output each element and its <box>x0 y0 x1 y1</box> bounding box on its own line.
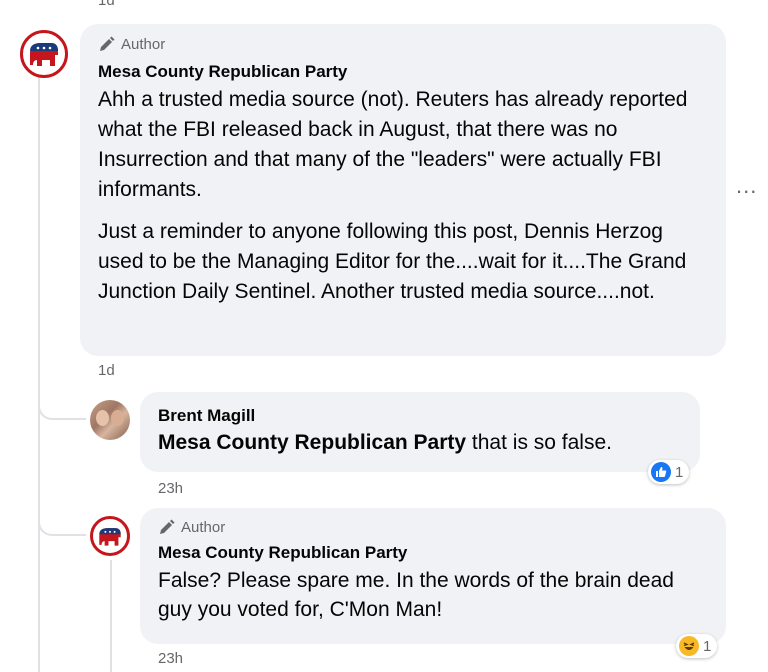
gop-elephant-icon <box>99 527 121 546</box>
thread-connector-reply-2 <box>38 490 86 536</box>
author-badge-label: Author <box>121 36 166 53</box>
thread-connector-reply-1 <box>38 380 86 420</box>
reply-bubble-1: Brent Magill Mesa County Republican Part… <box>140 392 700 472</box>
author-badge[interactable]: Author <box>98 36 708 53</box>
comment-text-paragraph-2: Just a reminder to anyone following this… <box>98 220 687 303</box>
thread-line-main <box>38 74 40 672</box>
laugh-emoji-icon <box>679 636 699 656</box>
reply-timestamp[interactable]: 23h <box>158 650 183 667</box>
more-options-icon[interactable]: ... <box>736 175 757 197</box>
reply-text-body: that is so false. <box>466 431 612 454</box>
comment-bubble-main: Author Mesa County Republican Party Ahh … <box>80 24 726 356</box>
avatar-brent-magill[interactable] <box>90 400 130 440</box>
reaction-badge-reply-2[interactable]: 1 <box>676 634 718 658</box>
comment-text-paragraph-1: Ahh a trusted media source (not). Reuter… <box>98 88 688 201</box>
reply-mention[interactable]: Mesa County Republican Party <box>158 431 466 454</box>
pencil-icon <box>100 36 115 51</box>
gop-elephant-icon <box>30 43 58 66</box>
reply-author-name[interactable]: Mesa County Republican Party <box>158 542 708 564</box>
reply-timestamp[interactable]: 23h <box>158 480 183 497</box>
author-badge-label: Author <box>181 519 226 536</box>
reply-text: Mesa County Republican Party that is so … <box>158 429 682 457</box>
gop-avatar-main[interactable] <box>20 30 68 78</box>
comment-timestamp[interactable]: 1d <box>98 362 115 379</box>
reaction-count: 1 <box>703 637 712 655</box>
comment-author-name[interactable]: Mesa County Republican Party <box>98 61 708 83</box>
gop-avatar-reply[interactable] <box>90 516 130 556</box>
reply-author-name[interactable]: Brent Magill <box>158 405 682 427</box>
pencil-icon <box>160 519 175 534</box>
reply-text: False? Please spare me. In the words of … <box>158 569 674 621</box>
reply-bubble-2: Author Mesa County Republican Party Fals… <box>140 508 726 644</box>
author-badge[interactable]: Author <box>158 519 708 536</box>
thread-line-reply-2 <box>110 560 112 672</box>
reaction-count: 1 <box>675 463 684 481</box>
like-icon <box>651 462 671 482</box>
top-timestamp[interactable]: 1d <box>98 0 115 9</box>
reaction-badge-reply-1[interactable]: 1 <box>648 460 690 484</box>
